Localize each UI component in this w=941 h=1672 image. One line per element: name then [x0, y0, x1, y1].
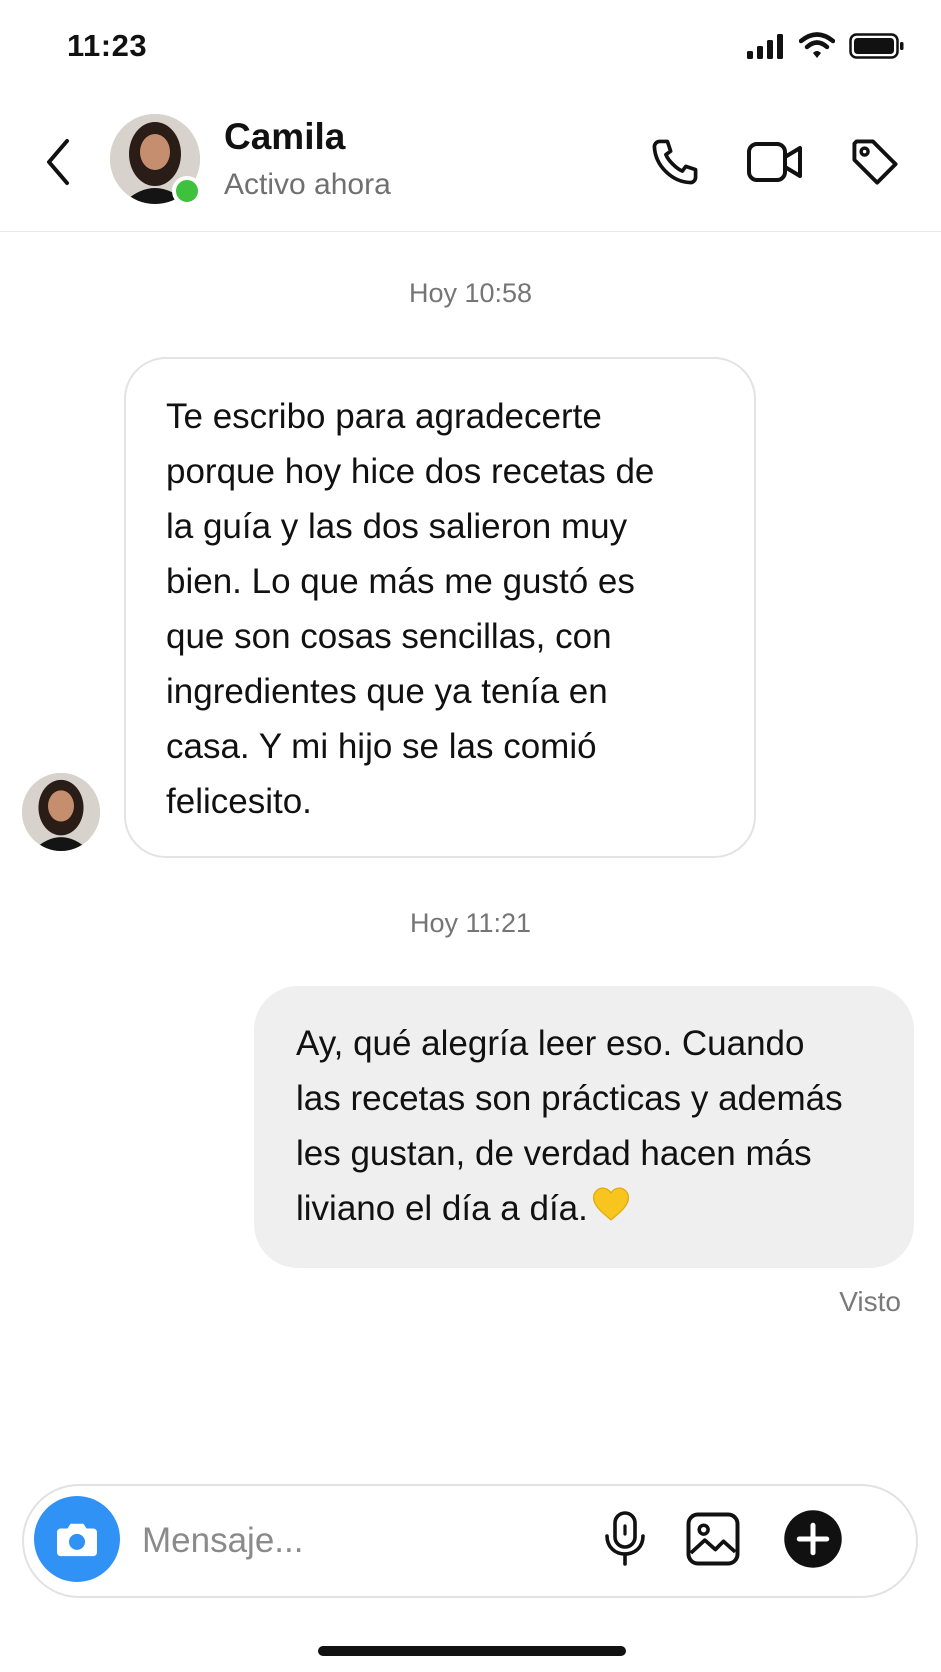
camera-button[interactable] — [34, 1496, 120, 1582]
yellow-heart-icon — [592, 1183, 630, 1238]
contact-avatar-wrap[interactable] — [110, 114, 202, 206]
online-indicator — [172, 176, 202, 206]
sender-avatar[interactable] — [22, 773, 100, 851]
camera-icon — [57, 1523, 97, 1557]
gallery-button[interactable] — [680, 1506, 746, 1572]
home-indicator[interactable] — [318, 1646, 626, 1656]
battery-icon — [849, 33, 905, 64]
back-button[interactable] — [38, 132, 78, 192]
seen-label: Visto — [839, 1286, 901, 1317]
video-call-icon — [747, 142, 802, 182]
message-input[interactable] — [140, 1510, 624, 1572]
wifi-icon — [798, 32, 836, 65]
message-text: Ay, qué alegría leer eso. Cuando las rec… — [296, 1024, 843, 1228]
message-timestamp: Hoy 10:58 — [408, 278, 533, 308]
status-time: 11:23 — [67, 28, 148, 63]
chat-header: Camila Activo ahora — [0, 92, 941, 232]
chevron-left-icon — [47, 139, 69, 185]
contact-status: Activo ahora — [224, 168, 391, 201]
outgoing-message-bubble[interactable]: Ay, qué alegría leer eso. Cuando las rec… — [254, 986, 914, 1268]
more-options-button[interactable] — [780, 1506, 846, 1572]
gallery-icon — [686, 1512, 740, 1566]
message-composer — [22, 1484, 918, 1598]
cellular-signal-icon — [747, 33, 785, 64]
message-timestamp: Hoy 11:21 — [409, 908, 532, 938]
header-actions — [645, 132, 905, 192]
video-call-button[interactable] — [745, 132, 805, 192]
plus-circle-icon — [784, 1510, 842, 1568]
microphone-icon — [605, 1511, 645, 1566]
incoming-message-bubble[interactable]: Te escribo para agradecerte porque hoy h… — [124, 357, 756, 858]
message-text: Te escribo para agradecerte porque hoy h… — [166, 397, 655, 821]
voice-message-button[interactable] — [592, 1506, 658, 1572]
tag-button[interactable] — [845, 132, 905, 192]
contact-name[interactable]: Camila — [224, 116, 345, 158]
tag-icon — [852, 139, 898, 185]
status-bar: 11:23 — [0, 0, 941, 92]
status-icons — [747, 32, 905, 65]
phone-icon — [652, 139, 698, 185]
call-button[interactable] — [645, 132, 705, 192]
